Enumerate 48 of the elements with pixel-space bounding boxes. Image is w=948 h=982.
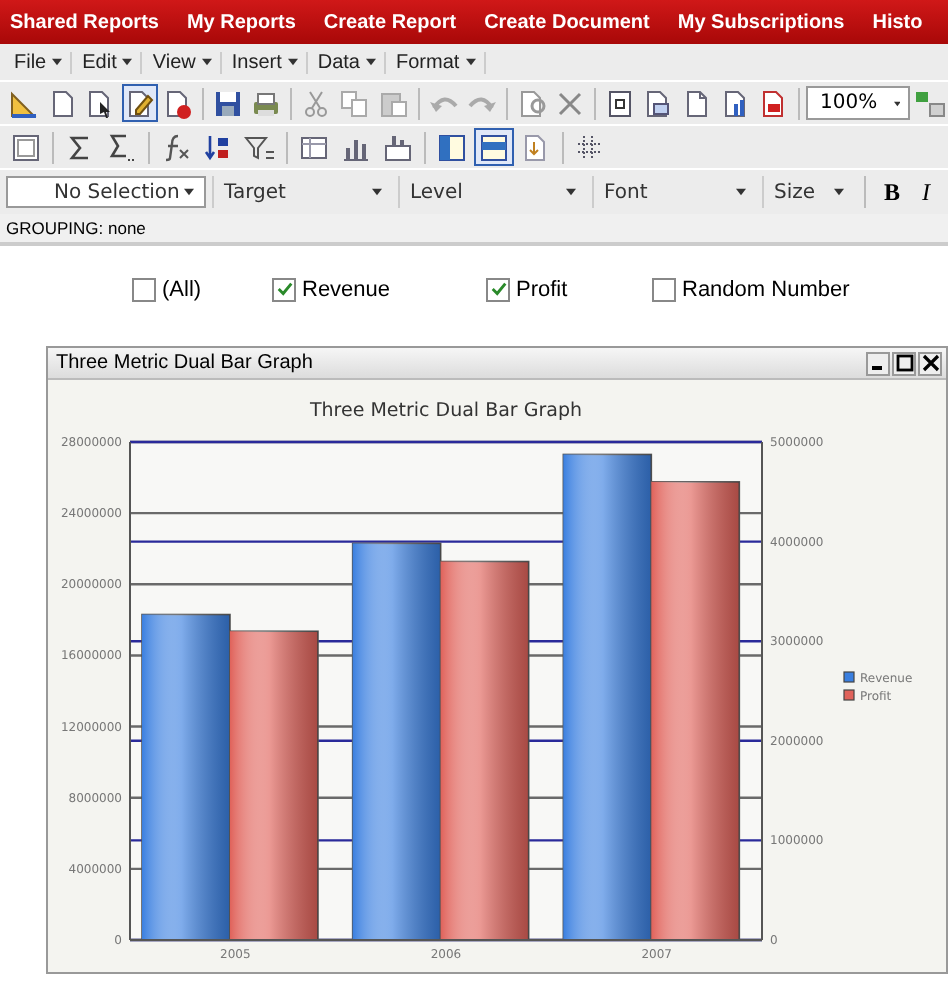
nav-link[interactable]: Shared Reports: [10, 11, 159, 33]
caret-icon: [566, 188, 576, 196]
caret-icon: [465, 58, 476, 66]
menu-item[interactable]: File: [6, 51, 73, 73]
dropdown[interactable]: Size: [762, 176, 854, 208]
grouping-label: GROUPING: none: [0, 214, 948, 246]
format-button[interactable]: I: [914, 177, 939, 207]
caret-icon: [52, 58, 63, 66]
caret-icon: [834, 188, 844, 196]
checkbox[interactable]: [132, 277, 156, 301]
caret-icon: [366, 58, 376, 66]
page-pencil-icon[interactable]: [121, 84, 158, 122]
menu-item[interactable]: Format: [388, 51, 486, 73]
nav-link[interactable]: My Reports: [186, 11, 296, 33]
checkbox[interactable]: [652, 277, 676, 301]
menu-item[interactable]: View: [144, 51, 222, 73]
nav-link[interactable]: Histo: [872, 11, 923, 33]
format-button[interactable]: B: [876, 177, 909, 207]
checkbox-label: Profit: [516, 277, 568, 301]
close-icon[interactable]: [918, 351, 942, 375]
caret-icon: [736, 188, 746, 196]
dropdown[interactable]: Font: [592, 176, 756, 208]
maximize-icon[interactable]: [892, 351, 916, 375]
nav-link[interactable]: Create Document: [484, 11, 650, 33]
caret-icon: [122, 58, 133, 66]
zoom-dropdown[interactable]: 100%: [806, 86, 910, 120]
dropdown[interactable]: Target: [212, 176, 392, 208]
minimize-icon[interactable]: [866, 351, 890, 375]
caret-icon: [893, 99, 900, 107]
caret-icon: [372, 188, 382, 196]
caret-icon: [201, 58, 212, 66]
nav-link[interactable]: Create Report: [323, 11, 457, 33]
checkbox-label: (All): [162, 277, 202, 301]
caret-icon: [287, 58, 298, 66]
dropdown[interactable]: Level: [398, 176, 586, 208]
menu-item[interactable]: Data: [309, 51, 386, 73]
window-title: Three Metric Dual Bar Graph: [56, 352, 313, 374]
menu-item[interactable]: Edit: [74, 51, 143, 73]
checkbox-label: Revenue: [302, 277, 391, 301]
caret-icon: [184, 188, 194, 196]
nav-link[interactable]: My Subscriptions: [677, 11, 845, 33]
checkbox[interactable]: [486, 277, 510, 301]
checkbox[interactable]: [272, 277, 296, 301]
chart-title: Three Metric Dual Bar Graph: [310, 400, 582, 422]
menu-item[interactable]: Insert: [223, 51, 308, 73]
panel-top-icon[interactable]: [474, 128, 514, 166]
dropdown[interactable]: No Selection: [6, 176, 206, 208]
checkbox-label: Random Number: [682, 277, 850, 301]
